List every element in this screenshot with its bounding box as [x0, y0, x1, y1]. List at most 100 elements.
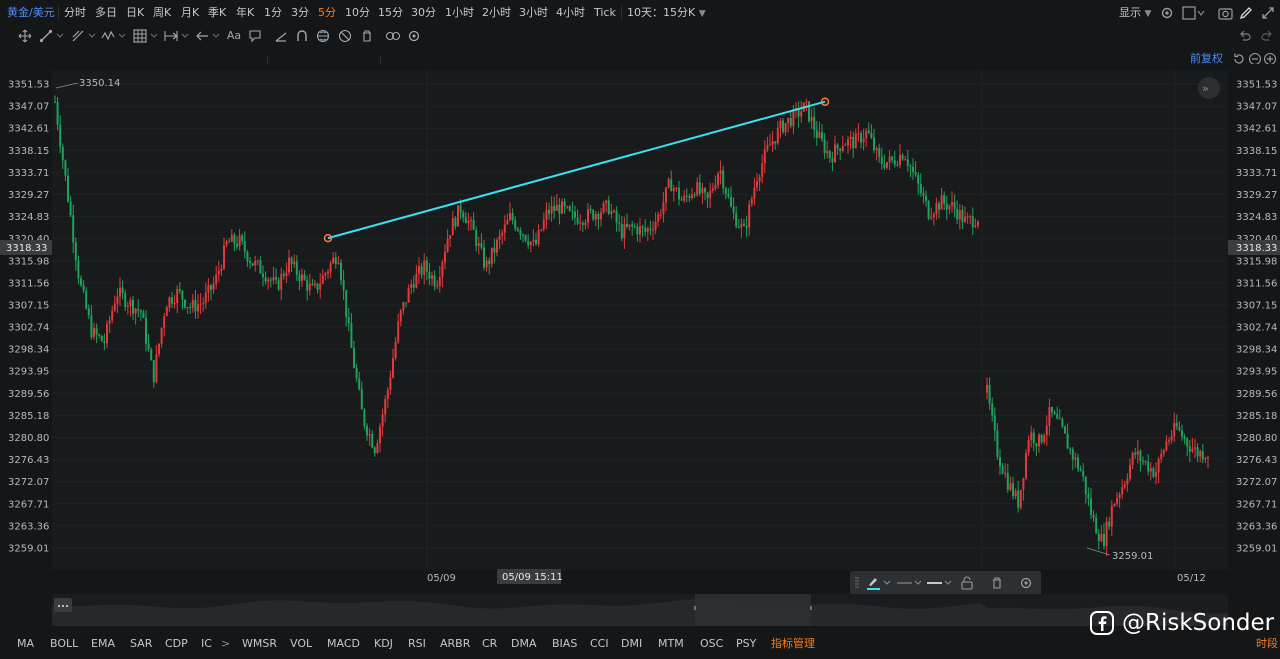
- navigator-menu-button[interactable]: [54, 598, 72, 612]
- indicator-tab[interactable]: KDJ: [374, 632, 393, 656]
- candle-body: [613, 210, 615, 212]
- timeframe-tab[interactable]: 3小时: [519, 0, 548, 26]
- layout-toggle-icon[interactable]: [1182, 6, 1206, 20]
- candle-body: [451, 218, 454, 236]
- candle-body: [722, 170, 725, 189]
- symbol-label[interactable]: 黄金/美元: [7, 0, 55, 26]
- indicator-tab[interactable]: CCI: [590, 632, 609, 656]
- timeframe-tab[interactable]: 15分: [378, 0, 403, 26]
- channel-tool-icon[interactable]: [71, 29, 99, 43]
- price-tick: 3272.07: [1236, 477, 1277, 488]
- timeframe-tab-active[interactable]: 5分: [318, 0, 336, 26]
- indicator-tab[interactable]: ARBR: [440, 632, 470, 656]
- period-tab[interactable]: 时段: [1256, 632, 1278, 656]
- drag-handle-icon[interactable]: [854, 576, 860, 590]
- line-style-icon[interactable]: [926, 575, 954, 591]
- timeframe-tab[interactable]: 日K: [126, 0, 144, 26]
- hide-icon[interactable]: [338, 29, 352, 43]
- indicator-tab[interactable]: DMA: [511, 632, 537, 656]
- indicator-tab[interactable]: OSC: [700, 632, 723, 656]
- candle-body: [366, 425, 368, 436]
- display-menu[interactable]: 显示 ▼: [1119, 0, 1151, 26]
- ray-tool-icon[interactable]: [274, 29, 288, 43]
- grid-tool-icon[interactable]: [133, 29, 161, 43]
- indicator-tab[interactable]: MTM: [658, 632, 684, 656]
- indicator-tab[interactable]: CR: [482, 632, 497, 656]
- eye-icon[interactable]: [316, 29, 330, 43]
- pen-icon[interactable]: [1239, 6, 1253, 20]
- candlestick-chart[interactable]: 3351.53 3347.07 3342.61 3338.15 3333.71 3329.…: [0, 64, 1280, 592]
- indicator-tab[interactable]: MACD: [327, 632, 360, 656]
- magnet-icon[interactable]: [295, 29, 309, 43]
- timeframe-tab[interactable]: 4小时: [556, 0, 585, 26]
- candle-body: [1155, 472, 1157, 477]
- text-tool[interactable]: Aa: [226, 26, 242, 46]
- candle-body: [501, 232, 504, 236]
- candle-body: [917, 174, 920, 184]
- timeframe-tab[interactable]: 季K: [208, 0, 226, 26]
- indicator-tab[interactable]: BIAS: [552, 632, 577, 656]
- link-icon[interactable]: [385, 29, 401, 43]
- indicator-manager[interactable]: 指标管理: [771, 632, 815, 656]
- candle-body: [906, 159, 909, 166]
- price-tick: 3347.07: [8, 102, 49, 113]
- line-width-icon[interactable]: [896, 575, 924, 591]
- move-icon[interactable]: [18, 29, 32, 43]
- trendline-tool-icon[interactable]: [39, 29, 67, 43]
- range-select[interactable]: 10天：15分K ▼: [627, 0, 706, 26]
- indicator-tab[interactable]: WMSR: [242, 632, 277, 656]
- trash-icon[interactable]: [990, 576, 1004, 590]
- candle-body: [841, 145, 844, 152]
- candle-body: [129, 299, 132, 307]
- price-tick: 3351.53: [8, 80, 49, 91]
- high-label: 3350.14: [79, 78, 120, 89]
- indicator-tab[interactable]: MA: [17, 632, 34, 656]
- measure-tool-icon[interactable]: [164, 29, 192, 43]
- indicator-tab[interactable]: IC: [201, 632, 212, 656]
- timeframe-tab[interactable]: 分时: [64, 0, 86, 26]
- timeframe-tab[interactable]: Tick: [594, 0, 616, 26]
- indicator-tab[interactable]: VOL: [290, 632, 312, 656]
- redo-icon[interactable]: [1260, 29, 1274, 43]
- candle-body: [85, 290, 88, 309]
- lock-icon[interactable]: [960, 576, 974, 590]
- indicator-tab[interactable]: SAR: [130, 632, 152, 656]
- candle-body: [410, 284, 413, 289]
- indicator-tab[interactable]: EMA: [91, 632, 115, 656]
- camera-icon[interactable]: [1218, 6, 1233, 20]
- candle-body: [347, 317, 350, 324]
- candle-body: [1199, 451, 1202, 457]
- gear-icon[interactable]: [1019, 576, 1033, 590]
- timeframe-tab[interactable]: 30分: [411, 0, 436, 26]
- wave-tool-icon[interactable]: [101, 29, 129, 43]
- timeframe-tab[interactable]: 周K: [153, 0, 171, 26]
- gear-icon[interactable]: [1160, 6, 1174, 20]
- timeframe-tab[interactable]: 多日: [95, 0, 117, 26]
- candle-body: [303, 274, 306, 280]
- line-color-icon[interactable]: [866, 575, 894, 591]
- indicator-tab[interactable]: RSI: [408, 632, 426, 656]
- indicator-tab[interactable]: BOLL: [50, 632, 78, 656]
- candle-body: [345, 290, 348, 318]
- indicator-tab[interactable]: DMI: [621, 632, 642, 656]
- timeframe-tab[interactable]: 月K: [181, 0, 199, 26]
- indicator-tab[interactable]: CDP: [165, 632, 188, 656]
- timeframe-tab[interactable]: 年K: [236, 0, 254, 26]
- indicator-tab[interactable]: PSY: [736, 632, 756, 656]
- timeframe-tab[interactable]: 3分: [291, 0, 309, 26]
- arrow-tool-icon[interactable]: [195, 29, 223, 43]
- timeframe-tab[interactable]: 10分: [345, 0, 370, 26]
- timeframe-tab[interactable]: 2小时: [482, 0, 511, 26]
- candle-body: [488, 260, 491, 265]
- timeframe-tab[interactable]: 1小时: [445, 0, 474, 26]
- navigator-window[interactable]: [695, 594, 811, 626]
- fullscreen-icon[interactable]: [1261, 6, 1275, 20]
- chart-navigator[interactable]: [52, 594, 1228, 626]
- undo-icon[interactable]: [1238, 29, 1252, 43]
- settings-icon[interactable]: [407, 29, 421, 43]
- note-tool-icon[interactable]: [248, 29, 262, 43]
- trash-icon[interactable]: [360, 29, 374, 43]
- plot-area[interactable]: [52, 70, 1228, 570]
- timeframe-tab[interactable]: 1分: [264, 0, 282, 26]
- indicator-more[interactable]: >: [221, 632, 230, 656]
